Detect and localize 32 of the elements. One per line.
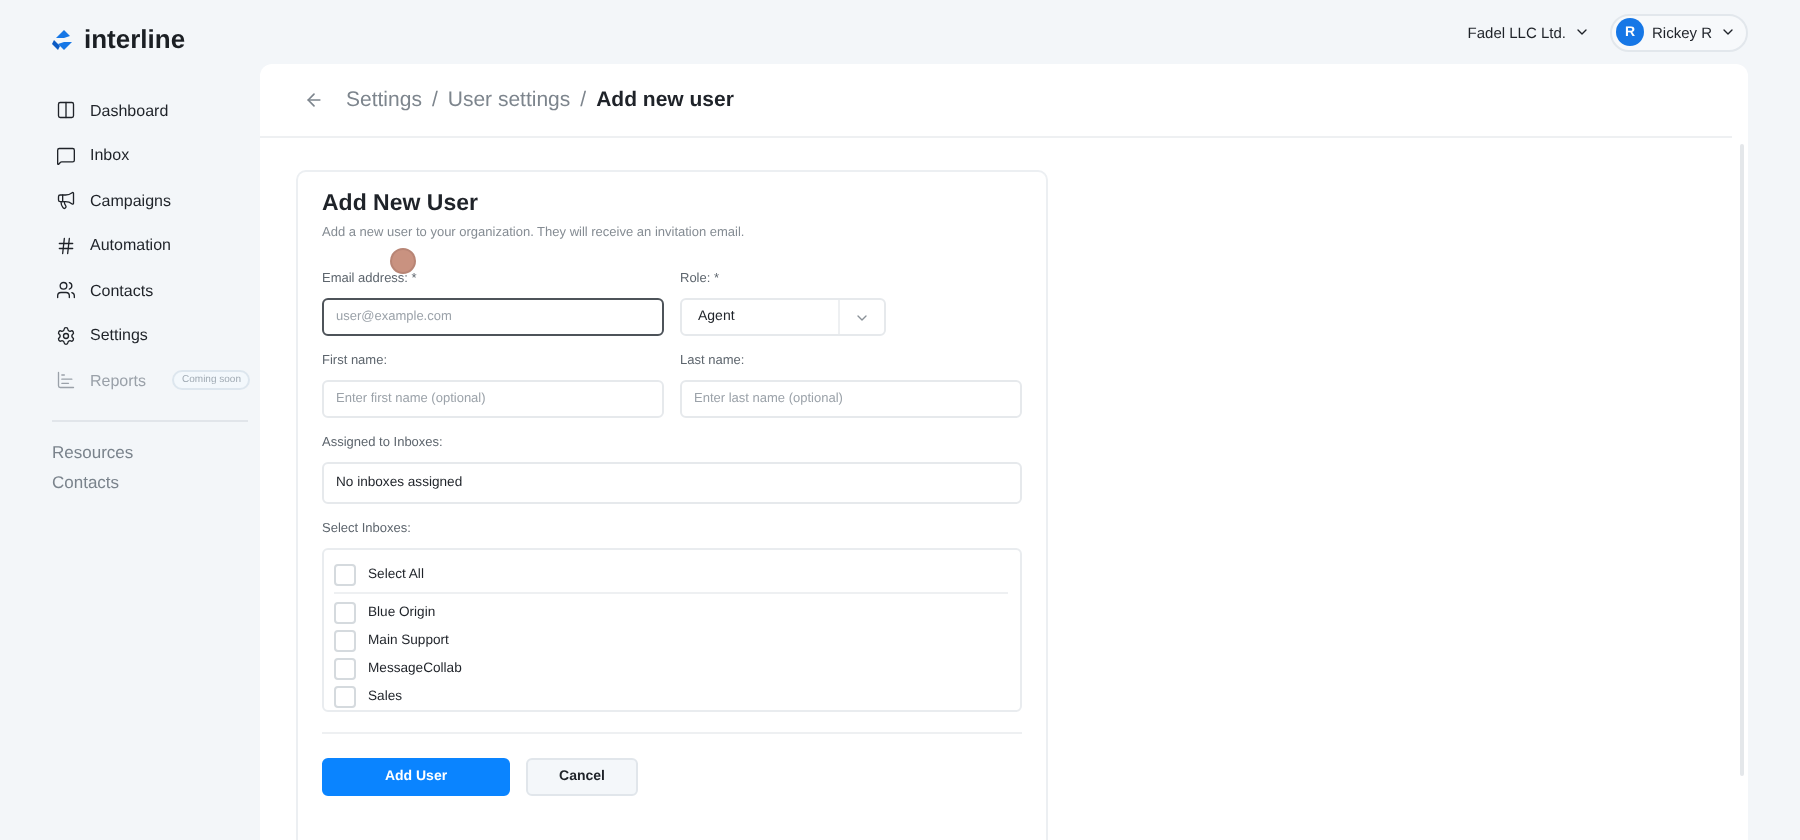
checkbox[interactable]	[334, 563, 356, 585]
sidebar-item[interactable]: Campaigns	[56, 178, 260, 223]
breadcrumb-item[interactable]: User settings	[447, 88, 571, 112]
sidebar-link[interactable]: Resources	[52, 441, 260, 471]
checkbox[interactable]	[334, 601, 356, 623]
chart-icon	[56, 370, 76, 391]
sidebar-item[interactable]: Automation	[56, 223, 260, 268]
form-title: Add New User	[322, 192, 480, 216]
logo-icon	[52, 27, 76, 51]
chat-icon	[56, 145, 76, 166]
users-icon	[56, 280, 76, 301]
chevron-down-icon	[1720, 24, 1736, 40]
checkbox[interactable]	[334, 629, 356, 651]
cursor-dot	[390, 248, 416, 274]
back-arrow-icon[interactable]	[304, 90, 324, 110]
columns-icon	[56, 100, 76, 121]
brand-name: interline	[84, 24, 186, 54]
sidebar-item[interactable]: Contacts	[56, 268, 260, 313]
checkbox[interactable]	[334, 685, 356, 707]
chevron-down-icon	[1573, 24, 1590, 40]
sidebar-link[interactable]: Contacts	[52, 471, 260, 501]
checkbox[interactable]	[334, 657, 356, 679]
breadcrumb-item[interactable]: Settings	[346, 88, 422, 112]
hash-icon	[56, 235, 76, 256]
settings-icon	[56, 325, 76, 346]
sidebar-item[interactable]: Dashboard	[56, 88, 260, 133]
sidebar-item[interactable]: Settings	[56, 313, 260, 358]
megaphone-icon	[56, 190, 76, 211]
sidebar-item[interactable]: Inbox	[56, 133, 260, 178]
breadcrumb-separator: /	[580, 88, 587, 112]
breadcrumb-separator: /	[431, 88, 438, 112]
breadcrumb-item[interactable]: Add new user	[596, 88, 734, 112]
